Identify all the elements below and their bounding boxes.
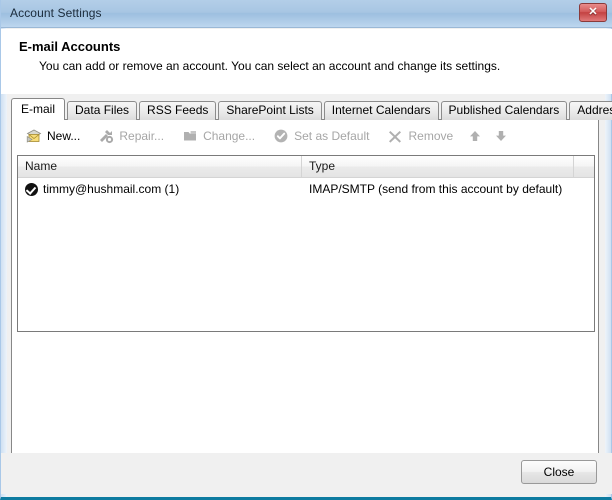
column-header-name[interactable]: Name [18,156,302,177]
repair-account-label: Repair... [119,128,164,144]
new-account-label: New... [47,128,80,144]
close-x-icon[interactable]: ✕ [579,3,607,22]
tab-rss-feeds[interactable]: RSS Feeds [139,101,216,120]
set-as-default-button[interactable]: Set as Default [265,123,377,149]
remove-account-button[interactable]: Remove [379,123,461,149]
tab-data-files[interactable]: Data Files [67,101,137,120]
new-account-button[interactable]: New... [18,123,88,149]
page-description: You can add or remove an account. You ca… [39,59,500,73]
tab-sharepoint-lists[interactable]: SharePoint Lists [218,101,321,120]
account-name-label: timmy@hushmail.com (1) [43,182,179,196]
move-up-button[interactable] [463,124,487,148]
repair-account-button[interactable]: Repair... [90,123,172,149]
window-title: Account Settings [10,6,102,20]
tab-strip: E-mail Data Files RSS Feeds SharePoint L… [11,99,612,120]
set-as-default-label: Set as Default [294,128,369,144]
change-account-label: Change... [203,128,255,144]
remove-account-label: Remove [408,128,453,144]
tab-published-calendars[interactable]: Published Calendars [441,101,568,120]
table-row[interactable]: timmy@hushmail.com (1) IMAP/SMTP (send f… [18,178,594,200]
account-type-cell: IMAP/SMTP (send from this account by def… [302,182,574,196]
email-tab-panel: New... Repair... [11,119,599,456]
arrow-up-icon [468,129,482,143]
default-account-check-icon [25,183,38,196]
accounts-toolbar: New... Repair... [12,120,598,151]
accounts-list-header: Name Type [18,156,594,178]
set-default-check-icon [273,128,289,144]
arrow-down-icon [494,129,508,143]
tab-email[interactable]: E-mail [11,98,65,120]
tab-address-books[interactable]: Address Books [569,101,612,120]
dialog-footer: Close [1,453,612,494]
change-account-button[interactable]: Change... [174,123,263,149]
page-header: E-mail Accounts You can add or remove an… [1,29,612,94]
accounts-list[interactable]: Name Type timmy@hushmail.com (1) IMAP/SM… [17,155,595,332]
column-header-extra[interactable] [574,156,594,177]
change-folder-icon [182,128,198,144]
move-down-button[interactable] [489,124,513,148]
close-button[interactable]: Close [521,460,597,484]
column-header-type[interactable]: Type [302,156,574,177]
account-settings-window: Account Settings ✕ E-mail Accounts You c… [0,0,612,500]
remove-x-icon [387,128,403,144]
tab-internet-calendars[interactable]: Internet Calendars [324,101,439,120]
account-name-cell: timmy@hushmail.com (1) [18,182,302,196]
new-mail-icon [26,128,42,144]
page-title: E-mail Accounts [19,39,120,54]
repair-tools-icon [98,128,114,144]
title-bar: Account Settings ✕ [1,0,612,28]
